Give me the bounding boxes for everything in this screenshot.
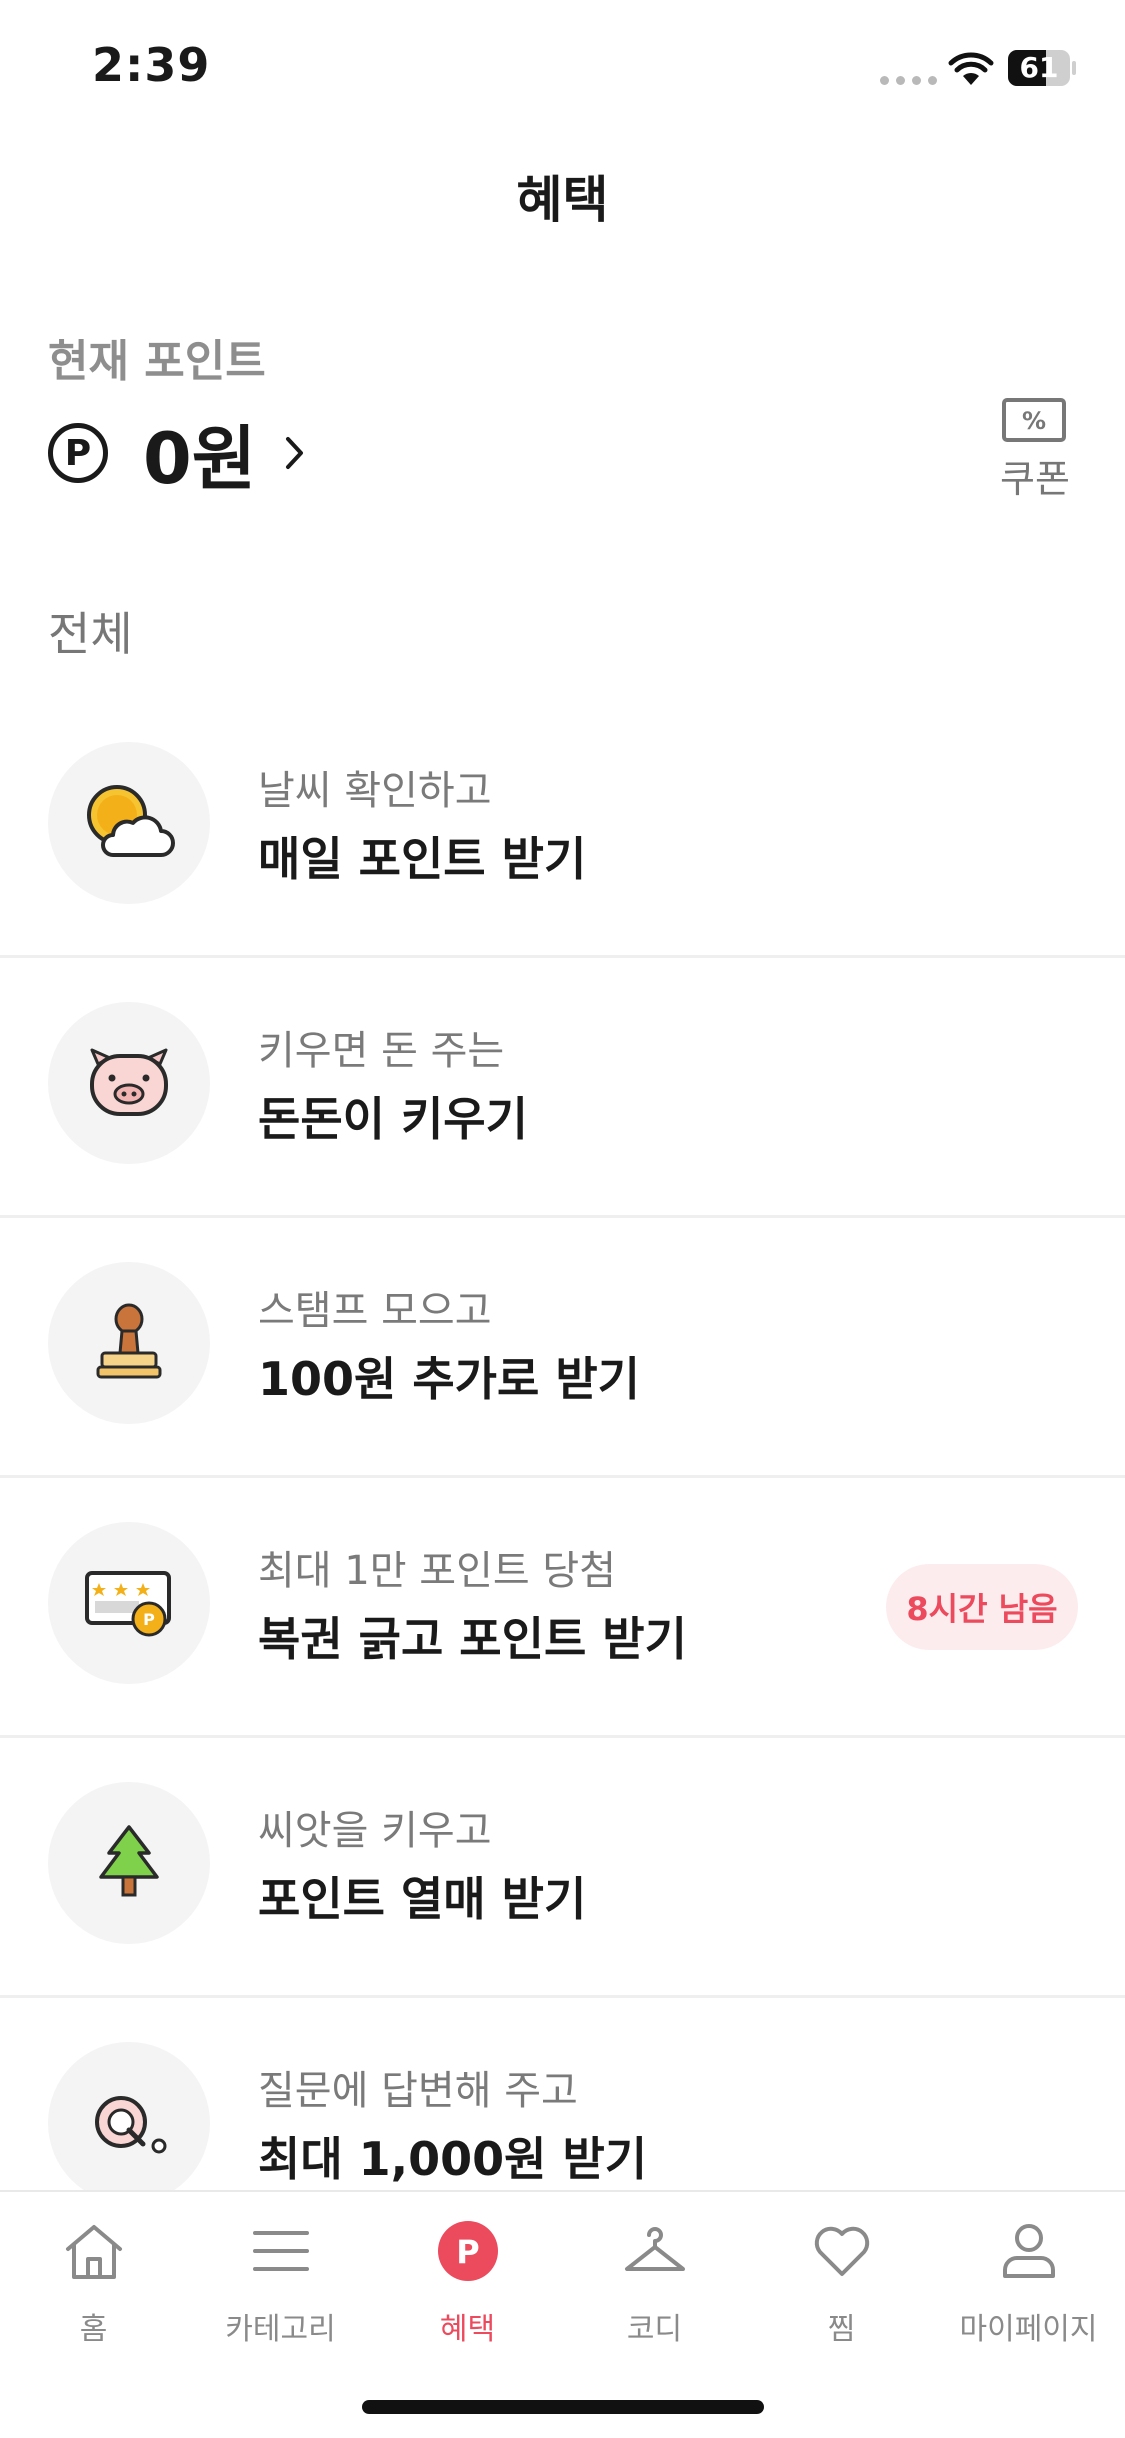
tab-coordi[interactable]: 코디 — [561, 2192, 748, 2347]
tab-mypage[interactable]: 마이페이지 — [935, 2192, 1122, 2347]
svg-text:P: P — [143, 1610, 155, 1629]
tab-label: 코디 — [626, 2312, 683, 2347]
item-title: 포인트 열매 받기 — [258, 1872, 587, 1926]
item-title: 돈돈이 키우기 — [258, 1092, 528, 1146]
item-subtitle: 스탬프 모으고 — [258, 1288, 492, 1334]
coupon-label[interactable]: 쿠폰 — [990, 448, 1080, 503]
item-subtitle: 씨앗을 키우고 — [258, 1808, 492, 1854]
list-item[interactable]: 키우면 돈 주는 돈돈이 키우기 — [0, 958, 1125, 1218]
point-icon-text: P — [456, 2233, 479, 2271]
tree-icon — [99, 1825, 159, 1897]
item-title: 100원 추가로 받기 — [258, 1352, 640, 1406]
weather-sun-cloud-icon — [87, 785, 175, 857]
battery-icon: 61 — [1008, 50, 1076, 86]
points-label: 현재 포인트 — [48, 336, 266, 387]
list-item[interactable]: 씨앗을 키우고 포인트 열매 받기 — [0, 1738, 1125, 1998]
coupon-icon-text: % — [1022, 407, 1046, 435]
menu-icon — [252, 2231, 309, 2271]
item-title: 복권 긁고 포인트 받기 — [258, 1612, 687, 1666]
point-symbol-icon: P — [48, 423, 108, 483]
stamp-icon — [96, 1303, 162, 1379]
points-summary[interactable]: P 0원 — [48, 408, 306, 500]
tab-wishlist[interactable]: 찜 — [748, 2192, 935, 2347]
cellular-signal-icon — [880, 76, 937, 85]
page-title: 혜택 — [516, 171, 609, 229]
tab-label: 찜 — [827, 2312, 856, 2347]
coupon-icon: % — [1002, 398, 1066, 442]
item-subtitle: 질문에 답변해 주고 — [258, 2068, 578, 2114]
coupon-button[interactable]: % — [1000, 398, 1068, 446]
chevron-right-icon — [286, 437, 304, 469]
tab-benefits[interactable]: P 혜택 — [374, 2192, 561, 2347]
point-icon: P — [437, 2221, 498, 2281]
question-q-icon — [95, 2096, 167, 2154]
tab-home[interactable]: 홈 — [0, 2192, 187, 2347]
item-title: 매일 포인트 받기 — [258, 832, 587, 886]
home-indicator — [362, 2400, 764, 2414]
time-remaining-badge: 8시간 남음 — [886, 1564, 1078, 1650]
section-title: 전체 — [48, 607, 133, 661]
home-icon — [65, 2225, 122, 2279]
item-subtitle: 키우면 돈 주는 — [258, 1028, 505, 1074]
lottery-ticket-icon: P — [85, 1571, 171, 1637]
hanger-icon — [624, 2227, 685, 2271]
list-item[interactable]: 스탬프 모으고 100원 추가로 받기 — [0, 1218, 1125, 1478]
tab-label: 마이페이지 — [959, 2312, 1098, 2347]
item-title: 최대 1,000원 받기 — [258, 2132, 648, 2186]
tab-label: 홈 — [79, 2312, 108, 2347]
tab-label: 카테고리 — [225, 2312, 336, 2347]
tab-label: 혜택 — [439, 2312, 496, 2347]
item-subtitle: 날씨 확인하고 — [258, 768, 492, 814]
battery-level: 61 — [1019, 51, 1059, 84]
status-bar: 2:39 61 — [0, 0, 1125, 130]
list-item[interactable]: 날씨 확인하고 매일 포인트 받기 — [0, 698, 1125, 958]
status-time: 2:39 — [92, 38, 211, 92]
pig-icon — [90, 1048, 168, 1116]
user-icon — [1002, 2224, 1055, 2278]
tab-category[interactable]: 카테고리 — [187, 2192, 374, 2347]
points-value: 0원 — [143, 417, 257, 500]
list-item[interactable]: P 최대 1만 포인트 당첨 복권 긁고 포인트 받기 8시간 남음 — [0, 1478, 1125, 1738]
wifi-icon — [948, 52, 994, 85]
heart-icon — [814, 2226, 869, 2276]
item-subtitle: 최대 1만 포인트 당첨 — [258, 1548, 616, 1594]
